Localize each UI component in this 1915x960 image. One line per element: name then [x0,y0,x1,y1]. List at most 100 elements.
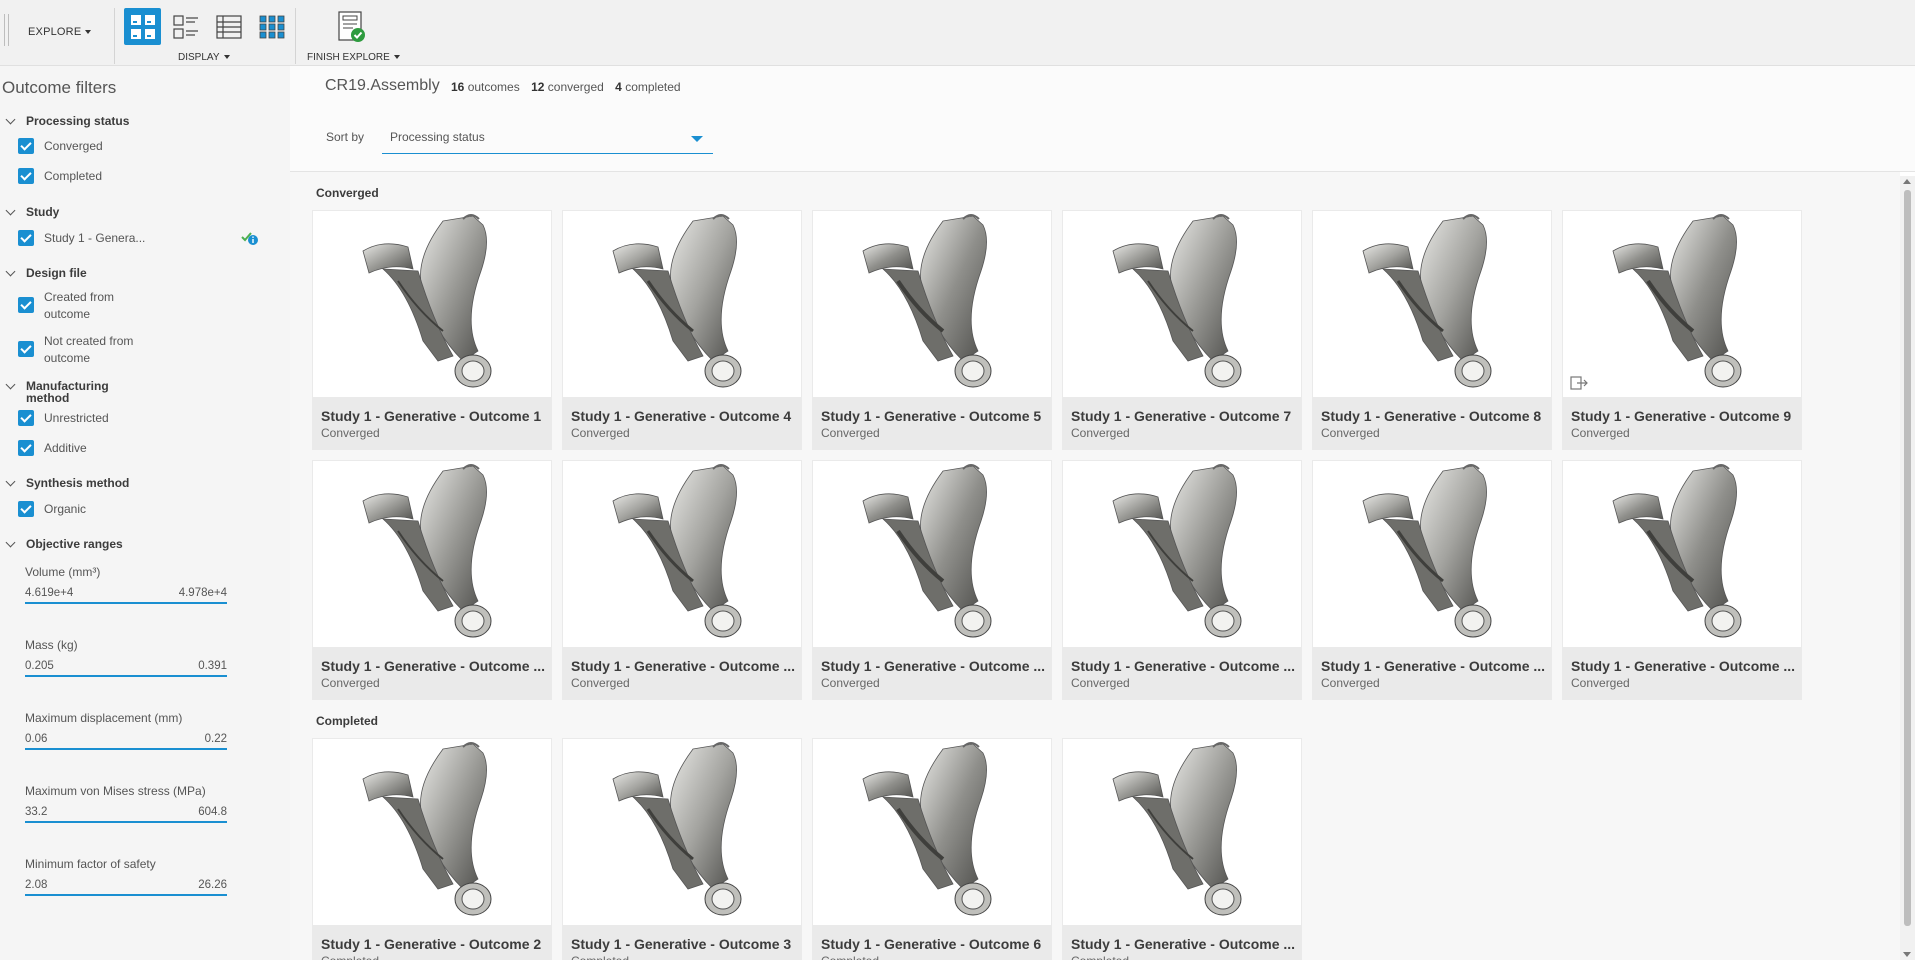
outcome-name: Study 1 - Generative - Outcome 4 [571,408,792,424]
range-min-input[interactable]: 0.06 [25,733,47,745]
scrollbar-thumb[interactable] [1904,190,1911,926]
outcome-card[interactable]: Study 1 - Generative - Outcome 2 Complete… [312,738,552,960]
filter-checkbox-not-created-from-outcome[interactable]: Not created from outcome [18,333,139,367]
range-min-input[interactable]: 0.205 [25,660,54,672]
outcome-thumbnail[interactable] [563,461,801,647]
grid-view-icon[interactable] [124,8,161,45]
outcome-thumbnail[interactable] [813,211,1051,397]
filter-group-synthesis-method[interactable]: Synthesis method [5,476,129,491]
outcome-thumbnail[interactable] [1313,461,1551,647]
outcome-thumbnail[interactable] [1063,211,1301,397]
outcome-name: Study 1 - Generative - Outcome 2 [321,936,542,952]
filter-group-manufacturing-method[interactable]: Manufacturing method [5,379,121,404]
filter-checkbox-converged[interactable]: Converged [18,138,103,155]
vertical-scrollbar[interactable] [1900,176,1915,960]
outcome-card[interactable]: Study 1 - Generative - Outcome ... Conver… [312,460,552,700]
range-slider[interactable] [25,821,227,823]
outcome-card[interactable]: Study 1 - Generative - Outcome 9 Converge… [1562,210,1802,450]
outcome-card[interactable]: Study 1 - Generative - Outcome 3 Complete… [562,738,802,960]
range-slider[interactable] [25,894,227,896]
explore-menu-button[interactable]: EXPLORE [28,26,92,38]
scroll-up-arrow-icon[interactable] [1903,179,1911,184]
filter-checkbox-additive[interactable]: Additive [18,440,87,457]
export-icon[interactable] [1570,376,1588,390]
outcome-card[interactable]: Study 1 - Generative - Outcome ... Conver… [812,460,1052,700]
checkbox[interactable] [18,440,34,456]
range-min-input[interactable]: 2.08 [25,879,47,891]
range-slider[interactable] [25,675,227,677]
outcome-name: Study 1 - Generative - Outcome 9 [1571,408,1792,424]
checkbox[interactable] [18,410,34,426]
filter-checkbox-study-1[interactable]: Study 1 - Genera... [18,230,145,247]
outcome-name: Study 1 - Generative - Outcome ... [321,658,546,674]
range-max-input[interactable]: 0.22 [205,733,227,745]
outcome-card[interactable]: Study 1 - Generative - Outcome 8 Converge… [1312,210,1552,450]
outcome-card[interactable]: Study 1 - Generative - Outcome 5 Converge… [812,210,1052,450]
panel-title: Outcome filters [2,78,117,97]
sort-by-dropdown[interactable]: Processing status [382,124,713,154]
finish-explore-button[interactable]: FINISH EXPLORE [307,52,400,63]
range-slider[interactable] [25,748,227,750]
outcome-name: Study 1 - Generative - Outcome 5 [821,408,1042,424]
filter-checkbox-completed[interactable]: Completed [18,168,102,185]
outcome-thumbnail[interactable] [313,461,551,647]
outcome-card[interactable]: Study 1 - Generative - Outcome ... Conver… [1312,460,1552,700]
outcome-card[interactable]: Study 1 - Generative - Outcome ... Conver… [1062,460,1302,700]
range-min-input[interactable]: 4.619e+4 [25,587,73,599]
range-min-input[interactable]: 33.2 [25,806,47,818]
outcome-thumbnail[interactable] [813,461,1051,647]
checkbox[interactable] [18,297,34,313]
range-max-input[interactable]: 604.8 [198,806,227,818]
filter-group-design-file[interactable]: Design file [5,266,87,281]
outcome-thumbnail[interactable] [1063,739,1301,925]
display-menu-button[interactable]: DISPLAY [178,52,230,63]
explore-header: CR19.Assembly 16 outcomes 12 converged 4… [290,66,1915,172]
filter-checkbox-created-from-outcome[interactable]: Created from outcome [18,289,134,323]
checkbox[interactable] [18,168,34,184]
outcome-status: Converged [821,676,880,690]
chevron-down-icon [5,379,16,390]
range-mass: Mass (kg) 0.205 0.391 [25,638,227,677]
outcome-card[interactable]: Study 1 - Generative - Outcome 1 Converge… [312,210,552,450]
scroll-down-arrow-icon[interactable] [1903,952,1911,957]
range-label: Maximum displacement (mm) [25,711,183,725]
checkbox[interactable] [18,341,34,357]
chevron-down-icon [5,266,16,277]
filter-checkbox-organic[interactable]: Organic [18,501,86,518]
checkbox[interactable] [18,501,34,517]
large-list-view-icon[interactable] [167,8,204,45]
checkbox[interactable] [18,138,34,154]
range-slider[interactable] [25,602,227,604]
table-view-icon[interactable] [210,8,247,45]
outcome-thumbnail[interactable] [1563,461,1801,647]
filter-group-processing-status[interactable]: Processing status [5,114,129,129]
outcome-card[interactable]: Study 1 - Generative - Outcome ... Comple… [1062,738,1302,960]
outcome-thumbnail[interactable] [563,211,801,397]
outcome-card[interactable]: Study 1 - Generative - Outcome 7 Converge… [1062,210,1302,450]
outcome-thumbnail[interactable] [313,211,551,397]
outcome-status: Converged [1571,676,1630,690]
outcome-thumbnail[interactable] [1313,211,1551,397]
outcome-card[interactable]: Study 1 - Generative - Outcome ... Conver… [562,460,802,700]
outcome-thumbnail[interactable] [563,739,801,925]
outcome-thumbnail[interactable] [1563,211,1801,397]
toolbar-grip[interactable] [4,14,9,46]
filter-group-objective-ranges[interactable]: Objective ranges [5,537,123,552]
outcome-name: Study 1 - Generative - Outcome ... [1321,658,1546,674]
range-max-input[interactable]: 4.978e+4 [179,587,227,599]
small-grid-view-icon[interactable] [253,8,290,45]
outcome-name: Study 1 - Generative - Outcome ... [1071,658,1296,674]
outcome-thumbnail[interactable] [313,739,551,925]
checkbox[interactable] [18,230,34,246]
filter-checkbox-unrestricted[interactable]: Unrestricted [18,410,109,427]
outcome-card[interactable]: Study 1 - Generative - Outcome 4 Converge… [562,210,802,450]
finish-explore-icon[interactable] [332,8,369,45]
range-max-input[interactable]: 0.391 [198,660,227,672]
outcome-card[interactable]: Study 1 - Generative - Outcome ... Conver… [1562,460,1802,700]
outcome-thumbnail[interactable] [1063,461,1301,647]
outcome-card[interactable]: Study 1 - Generative - Outcome 6 Complete… [812,738,1052,960]
outcome-thumbnail[interactable] [813,739,1051,925]
filter-group-study[interactable]: Study [5,205,59,220]
range-max-input[interactable]: 26.26 [198,879,227,891]
study-badge-icon[interactable] [241,230,259,246]
